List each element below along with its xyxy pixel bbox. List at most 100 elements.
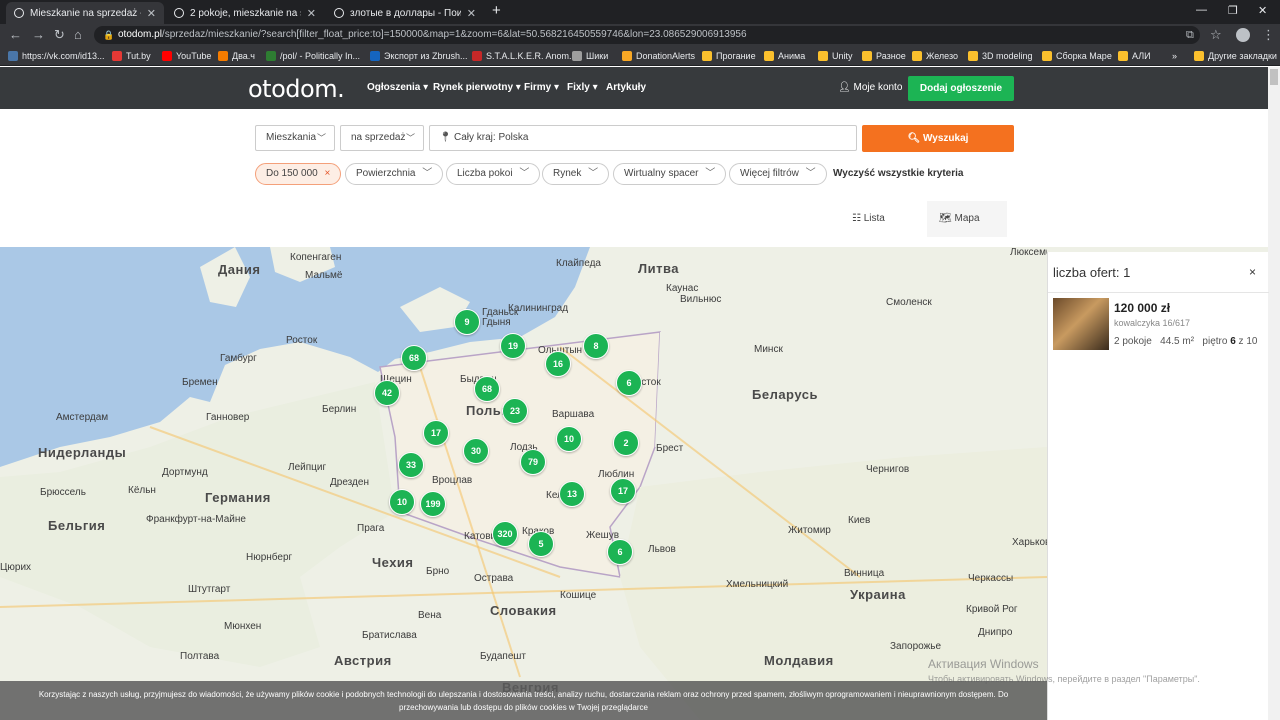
menu-kebab-icon[interactable]: ⋮ (1262, 27, 1275, 43)
map-cluster-marker[interactable]: 5 (528, 531, 554, 557)
bookmark-item[interactable]: https://vk.com/id13... (8, 49, 105, 63)
bookmark-label: 3D modeling (982, 51, 1033, 61)
browser-tab-bar: Mieszkanie na sprzedaż - www.o ✕ 2 pokoj… (0, 0, 1280, 24)
maximize-icon[interactable]: ❐ (1228, 4, 1238, 17)
bookmarks-overflow-icon[interactable]: » (1172, 49, 1177, 63)
tab-map-view[interactable]: 🗺︎ Mapa (927, 201, 1007, 237)
bookmark-favicon-icon (622, 51, 632, 61)
otodom-logo[interactable]: otodom. (248, 75, 345, 103)
new-tab-icon[interactable]: + (492, 2, 501, 19)
filter-chip[interactable]: Liczba pokoi ﹀ (446, 163, 541, 185)
bookmark-item[interactable]: Экспорт из Zbrush... (370, 49, 467, 63)
map-cluster-marker[interactable]: 68 (401, 345, 427, 371)
filter-chip[interactable]: Rynek ﹀ (542, 163, 610, 185)
bookmark-item[interactable]: DonationAlerts (622, 49, 695, 63)
cookie-text-line2[interactable]: przechowywania lub dostępu do plików coo… (0, 701, 1047, 714)
filter-chip[interactable]: Powierzchnia ﹀ (345, 163, 444, 185)
map-cluster-marker[interactable]: 17 (423, 420, 449, 446)
map-cluster-marker[interactable]: 8 (583, 333, 609, 359)
chevron-down-icon: ﹀ (316, 133, 326, 143)
bookmark-item[interactable]: Unity (818, 49, 853, 63)
map-cluster-marker[interactable]: 13 (559, 481, 585, 507)
search-button[interactable]: 🔍︎ Wyszukaj (862, 125, 1014, 152)
map-city-label: Брюссель (40, 487, 86, 498)
bookmark-item[interactable]: YouTube (162, 49, 211, 63)
menu-rynek-pierwotny[interactable]: Rynek pierwotny ▾ (433, 82, 521, 93)
bookmark-star-icon[interactable]: ☆ (1210, 27, 1222, 43)
bookmark-item[interactable]: S.T.A.L.K.E.R. Anom... (472, 49, 577, 63)
profile-avatar-icon[interactable] (1236, 28, 1250, 42)
folder-icon (702, 51, 712, 61)
bookmark-item[interactable]: Два.ч (218, 49, 255, 63)
location-input[interactable]: 📍︎ Cały kraj: Polska (429, 125, 857, 151)
map-city-label: Росток (286, 335, 318, 346)
map-city-label: Мальмё (305, 270, 343, 281)
map-cluster-marker[interactable]: 19 (500, 333, 526, 359)
minimize-icon[interactable]: — (1196, 4, 1207, 16)
map-cluster-marker[interactable]: 68 (474, 376, 500, 402)
scrollbar-thumb[interactable] (1270, 69, 1278, 85)
remove-filter-icon[interactable]: × (322, 168, 330, 179)
map-cluster-marker[interactable]: 33 (398, 452, 424, 478)
browser-tab-2[interactable]: 2 pokoje, mieszkanie na sprzeda ✕ (166, 2, 324, 24)
bookmark-item[interactable]: Прогание (702, 49, 756, 63)
filter-chip[interactable]: Więcej filtrów ﹀ (729, 163, 827, 185)
bookmark-item[interactable]: АЛИ (1118, 49, 1151, 63)
tab-close-icon[interactable]: ✕ (147, 7, 156, 20)
tab-list-view[interactable]: ☷ Lista (840, 201, 920, 237)
menu-ogloszenia[interactable]: Ogłoszenia ▾ (367, 82, 428, 93)
add-listing-button[interactable]: Dodaj ogłoszenie (908, 76, 1014, 101)
close-panel-icon[interactable]: × (1249, 265, 1256, 279)
map-city-label: Гдыня (482, 317, 511, 328)
browser-tab-3[interactable]: злотые в доллары - Поиск в Go ✕ (326, 2, 484, 24)
bookmark-item[interactable]: Разное (862, 49, 906, 63)
other-bookmarks[interactable]: Другие закладки (1194, 49, 1277, 63)
map-city-label: Харьков (1012, 537, 1047, 548)
menu-artykuly[interactable]: Artykuły (606, 82, 646, 93)
property-type-select[interactable]: Mieszkania ﹀ (255, 125, 335, 151)
menu-fixly[interactable]: Fixly ▾ (567, 82, 598, 93)
map-cluster-marker[interactable]: 9 (454, 309, 480, 335)
transaction-select[interactable]: na sprzedaż ﹀ (340, 125, 424, 151)
menu-firmy[interactable]: Firmy ▾ (524, 82, 559, 93)
translate-icon[interactable]: ⧉ (1186, 27, 1194, 43)
map-cluster-marker[interactable]: 42 (374, 380, 400, 406)
map-cluster-marker[interactable]: 17 (610, 478, 636, 504)
page-scrollbar[interactable] (1268, 67, 1280, 720)
bookmark-item[interactable]: Анима (764, 49, 805, 63)
map-cluster-marker[interactable]: 320 (492, 521, 518, 547)
tab-close-icon[interactable]: ✕ (307, 7, 316, 20)
location-pin-icon: 📍︎ (439, 132, 452, 143)
map-canvas[interactable]: Дания Литва Польша Беларусь Германия Нидерлан… (0, 247, 1047, 720)
tab-close-icon[interactable]: ✕ (467, 7, 476, 20)
map-cluster-marker[interactable]: 2 (613, 430, 639, 456)
close-window-icon[interactable]: ✕ (1258, 4, 1267, 17)
home-icon[interactable]: ⌂ (74, 27, 82, 43)
map-cluster-marker[interactable]: 10 (556, 426, 582, 452)
offer-thumbnail[interactable] (1053, 298, 1109, 350)
map-cluster-marker[interactable]: 6 (607, 539, 633, 565)
account-link[interactable]: 👤︎ Moje konto (838, 82, 902, 93)
url-field[interactable]: 🔒 otodom.pl/sprzedaz/mieszkanie/?search[… (94, 26, 1200, 44)
bookmark-item[interactable]: Tut.by (112, 49, 151, 63)
bookmark-item[interactable]: /pol/ - Politically In... (266, 49, 360, 63)
reload-icon[interactable]: ↻ (54, 27, 65, 43)
bookmark-item[interactable]: Шики (572, 49, 608, 63)
back-icon[interactable]: ← (9, 27, 22, 43)
map-cluster-marker[interactable]: 199 (420, 491, 446, 517)
bookmark-item[interactable]: Сборка Мape (1042, 49, 1112, 63)
map-cluster-marker[interactable]: 23 (502, 398, 528, 424)
bookmark-label: DonationAlerts (636, 51, 696, 61)
map-cluster-marker[interactable]: 6 (616, 370, 642, 396)
clear-filters-link[interactable]: Wyczyść wszystkie kryteria (833, 168, 963, 179)
map-cluster-marker[interactable]: 30 (463, 438, 489, 464)
map-cluster-marker[interactable]: 16 (545, 351, 571, 377)
map-cluster-marker[interactable]: 10 (389, 489, 415, 515)
bookmark-item[interactable]: 3D modeling (968, 49, 1033, 63)
forward-icon[interactable]: → (32, 27, 45, 43)
browser-tab-1[interactable]: Mieszkanie na sprzedaż - www.o ✕ (6, 2, 164, 24)
map-cluster-marker[interactable]: 79 (520, 449, 546, 475)
bookmark-item[interactable]: Железо (912, 49, 958, 63)
filter-chip[interactable]: Do 150 000 × (255, 163, 342, 185)
filter-chip[interactable]: Wirtualny spacer ﹀ (613, 163, 727, 185)
